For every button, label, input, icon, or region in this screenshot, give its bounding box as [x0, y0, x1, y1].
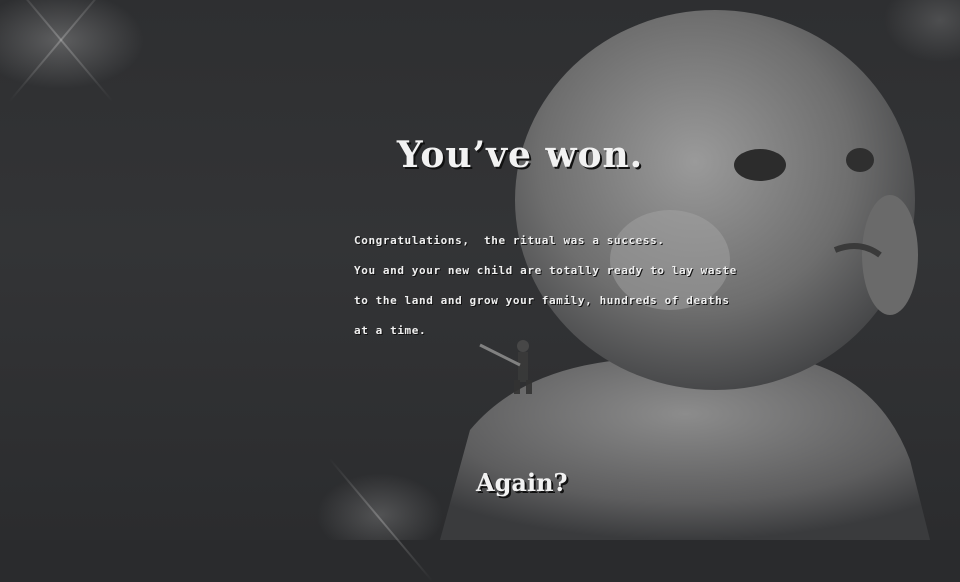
message-line: You and your new child are totally ready…: [354, 264, 737, 277]
message-line: at a time.: [354, 324, 427, 337]
message-line: to the land and grow your family, hundre…: [354, 294, 730, 307]
knight-figure: [479, 340, 532, 394]
message-line: Congratulations, the ritual was a succes…: [354, 234, 665, 247]
victory-message: Congratulations, the ritual was a succes…: [354, 226, 737, 346]
victory-title: You’ve won.: [396, 134, 644, 176]
baby-ear: [862, 195, 918, 315]
again-button[interactable]: Again?: [476, 468, 568, 497]
